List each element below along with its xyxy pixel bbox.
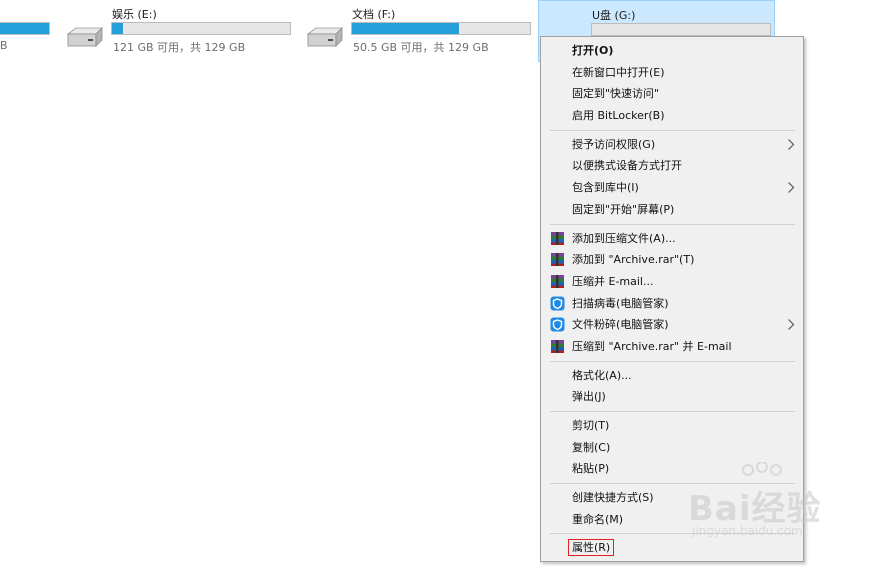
drive-capacity-text: 121 GB 可用，共 129 GB — [113, 41, 246, 54]
menu-item-13[interactable]: 压缩到 "Archive.rar" 并 E-mail — [541, 336, 803, 358]
menu-item-label: 复制(C) — [572, 440, 611, 454]
winrar-icon — [551, 274, 564, 288]
menu-item-label: 添加到 "Archive.rar"(T) — [572, 253, 695, 267]
menu-item-label: 创建快捷方式(S) — [572, 491, 654, 505]
menu-item-2[interactable]: 固定到"快速访问" — [541, 83, 803, 105]
winrar-icon — [551, 253, 564, 267]
menu-separator — [550, 411, 795, 412]
drive-usage-bar — [351, 22, 531, 35]
menu-item-14[interactable]: 格式化(A)... — [541, 365, 803, 387]
drive-usage-bar — [0, 22, 50, 35]
menu-item-6[interactable]: 包含到库中(I) — [541, 177, 803, 199]
menu-item-label: 粘贴(P) — [572, 462, 610, 476]
menu-item-label: 固定到"快速访问" — [572, 87, 660, 101]
menu-item-label: 包含到库中(I) — [572, 181, 639, 195]
shield-icon — [550, 296, 565, 311]
chevron-right-icon — [788, 182, 795, 194]
menu-item-16[interactable]: 剪切(T) — [541, 415, 803, 437]
drive-label: 娱乐 (E:) — [112, 8, 157, 21]
menu-item-15[interactable]: 弹出(J) — [541, 386, 803, 408]
drive-usage-fill — [112, 23, 123, 34]
shield-icon — [550, 317, 565, 332]
hard-drive-icon — [66, 27, 103, 47]
drive-usage-bar — [111, 22, 291, 35]
menu-item-label: 剪切(T) — [572, 419, 610, 432]
chevron-right-icon — [788, 319, 795, 331]
menu-item-label: 固定到"开始"屏幕(P) — [572, 202, 675, 216]
menu-item-label: 重命名(M) — [572, 512, 624, 526]
menu-item-label: 属性(R) — [568, 539, 615, 557]
menu-item-1[interactable]: 在新窗口中打开(E) — [541, 62, 803, 84]
drive-capacity-text: B — [0, 39, 8, 52]
drive-capacity-text: 50.5 GB 可用，共 129 GB — [353, 41, 489, 54]
drive-usage-bar — [591, 23, 771, 36]
menu-item-10[interactable]: 压缩并 E-mail... — [541, 271, 803, 293]
menu-item-label: 弹出(J) — [572, 390, 606, 404]
menu-item-3[interactable]: 启用 BitLocker(B) — [541, 105, 803, 127]
drive-usage-fill — [0, 23, 49, 34]
menu-item-label: 文件粉碎(电脑管家) — [572, 318, 669, 332]
menu-item-9[interactable]: 添加到 "Archive.rar"(T) — [541, 249, 803, 271]
drive-label: 文档 (F:) — [352, 8, 396, 21]
drive-tile-f[interactable]: 文档 (F:) 50.5 GB 可用，共 129 GB — [304, 0, 534, 62]
menu-item-label: 扫描病毒(电脑管家) — [572, 296, 669, 310]
menu-item-5[interactable]: 以便携式设备方式打开 — [541, 155, 803, 177]
watermark-text: Bai经验 — [688, 489, 822, 529]
menu-item-4[interactable]: 授予访问权限(G) — [541, 134, 803, 156]
menu-separator — [550, 360, 795, 362]
menu-item-label: 打开(O) — [572, 44, 614, 57]
winrar-icon — [551, 339, 564, 353]
menu-item-label: 压缩到 "Archive.rar" 并 E-mail — [572, 339, 732, 353]
menu-item-label: 在新窗口中打开(E) — [572, 65, 665, 79]
menu-item-11[interactable]: 扫描病毒(电脑管家) — [541, 293, 803, 315]
drive-tile-e[interactable]: 娱乐 (E:) 121 GB 可用，共 129 GB — [64, 0, 294, 62]
menu-item-label: 以便携式设备方式打开 — [572, 159, 682, 173]
menu-item-17[interactable]: 复制(C) — [541, 437, 803, 459]
menu-item-label: 压缩并 E-mail... — [572, 274, 654, 288]
drive-tile-d[interactable]: B — [0, 0, 60, 62]
winrar-icon — [551, 231, 564, 245]
menu-item-label: 格式化(A)... — [572, 368, 632, 382]
menu-item-0[interactable]: 打开(O) — [541, 40, 803, 62]
menu-item-8[interactable]: 添加到压缩文件(A)... — [541, 228, 803, 250]
watermark-url: jingyan.baidu.com — [692, 524, 803, 538]
chevron-right-icon — [788, 138, 795, 150]
menu-item-label: 添加到压缩文件(A)... — [572, 231, 676, 245]
drive-usage-fill — [352, 23, 459, 34]
menu-item-label: 授予访问权限(G) — [572, 137, 656, 151]
menu-item-12[interactable]: 文件粉碎(电脑管家) — [541, 314, 803, 336]
drive-label: U盘 (G:) — [592, 9, 636, 22]
menu-separator — [550, 223, 795, 225]
menu-item-7[interactable]: 固定到"开始"屏幕(P) — [541, 199, 803, 221]
menu-separator — [550, 129, 795, 131]
baidu-jingyan-watermark: Bai经验 jingyan.baidu.com — [688, 462, 858, 562]
menu-item-label: 启用 BitLocker(B) — [572, 109, 665, 123]
hard-drive-icon — [306, 27, 343, 47]
